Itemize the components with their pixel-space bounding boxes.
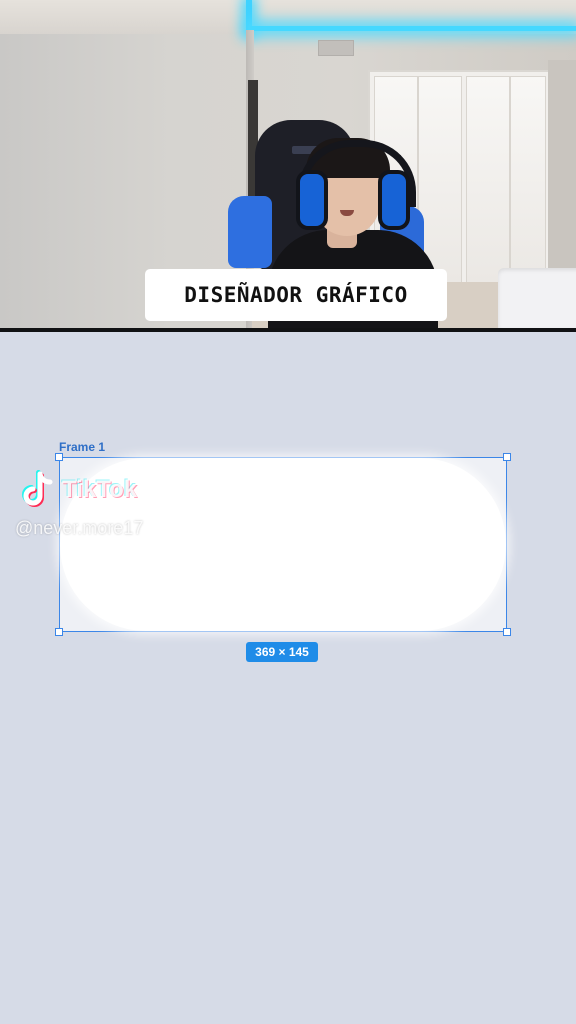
caption-label: DISEÑADOR GRÁFICO: [145, 269, 447, 321]
headphones-cup-right: [378, 170, 410, 230]
dimensions-badge: 369 × 145: [246, 642, 318, 662]
resize-handle-top-left[interactable]: [55, 453, 63, 461]
neon-light-horizontal: [250, 26, 576, 31]
bed: [498, 268, 576, 328]
right-wall: [548, 60, 576, 300]
headphones-cup-left: [296, 170, 328, 230]
tiktok-logo-icon: [22, 470, 53, 507]
creator-handle: @never.more17: [15, 518, 144, 538]
design-canvas[interactable]: [0, 332, 576, 1024]
chair-wing-left: [228, 196, 272, 268]
resize-handle-top-right[interactable]: [503, 453, 511, 461]
frame-name-label[interactable]: Frame 1: [59, 440, 105, 454]
resize-handle-bottom-left[interactable]: [55, 628, 63, 636]
resize-handle-bottom-right[interactable]: [503, 628, 511, 636]
webcam-video: DISEÑADOR GRÁFICO: [0, 0, 576, 328]
air-vent: [318, 40, 354, 56]
tiktok-wordmark: TikTok: [62, 476, 138, 503]
